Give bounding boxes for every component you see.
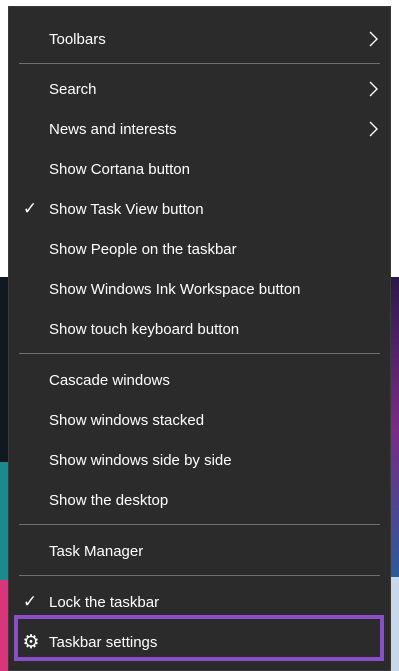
chevron-right-icon: [369, 81, 378, 97]
check-icon: ✓: [22, 592, 38, 611]
menu-item-label: Show windows side by side: [49, 451, 232, 469]
menu-item-label: Search: [49, 80, 97, 98]
menu-item-label: Show People on the taskbar: [49, 240, 237, 258]
menu-item-show-the-desktop[interactable]: Show the desktop: [9, 480, 390, 520]
menu-item-label: Task Manager: [49, 542, 144, 560]
menu-separator: [19, 524, 380, 525]
background-right-edge: [390, 0, 399, 671]
background-teal-panel: [0, 462, 8, 580]
menu-item-show-cortana-button[interactable]: Show Cortana button: [9, 149, 390, 189]
menu-separator: [19, 575, 380, 576]
menu-item-toolbars[interactable]: Toolbars: [9, 19, 390, 59]
menu-item-search[interactable]: Search: [9, 69, 390, 109]
menu-item-news-and-interests[interactable]: News and interests: [9, 109, 390, 149]
taskbar-context-menu: Toolbars Search News and interests Show …: [8, 6, 391, 671]
menu-item-label: Toolbars: [49, 30, 106, 48]
chevron-right-icon: [369, 31, 378, 47]
menu-item-task-manager[interactable]: Task Manager: [9, 531, 390, 571]
menu-item-show-windows-stacked[interactable]: Show windows stacked: [9, 400, 390, 440]
chevron-right-icon: [369, 121, 378, 137]
menu-item-label: Show the desktop: [49, 491, 169, 509]
menu-item-label: Show windows stacked: [49, 411, 205, 429]
menu-item-label: News and interests: [49, 120, 177, 138]
menu-separator: [19, 353, 380, 354]
menu-separator: [19, 63, 380, 64]
background-dark-panel: [0, 277, 8, 462]
menu-item-label: Lock the taskbar: [49, 593, 160, 611]
menu-item-cascade-windows[interactable]: Cascade windows: [9, 360, 390, 400]
menu-item-label: Show Cortana button: [49, 160, 190, 178]
menu-item-label: Cascade windows: [49, 371, 170, 389]
menu-item-show-windows-ink-workspace-button[interactable]: Show Windows Ink Workspace button: [9, 269, 390, 309]
menu-item-show-task-view-button[interactable]: ✓ Show Task View button: [9, 189, 390, 229]
menu-item-label: Show Windows Ink Workspace button: [49, 280, 301, 298]
background-left-edge: [0, 0, 8, 671]
highlight-box: [14, 615, 384, 661]
background-light-panel: [390, 577, 399, 671]
menu-item-show-people-on-taskbar[interactable]: Show People on the taskbar: [9, 229, 390, 269]
menu-item-show-windows-side-by-side[interactable]: Show windows side by side: [9, 440, 390, 480]
background-pink-panel: [0, 580, 8, 671]
background-gradient-panel: [390, 277, 399, 577]
menu-item-label: Show touch keyboard button: [49, 320, 240, 338]
menu-item-label: Show Task View button: [49, 200, 204, 218]
check-icon: ✓: [22, 199, 38, 218]
menu-item-show-touch-keyboard-button[interactable]: Show touch keyboard button: [9, 309, 390, 349]
